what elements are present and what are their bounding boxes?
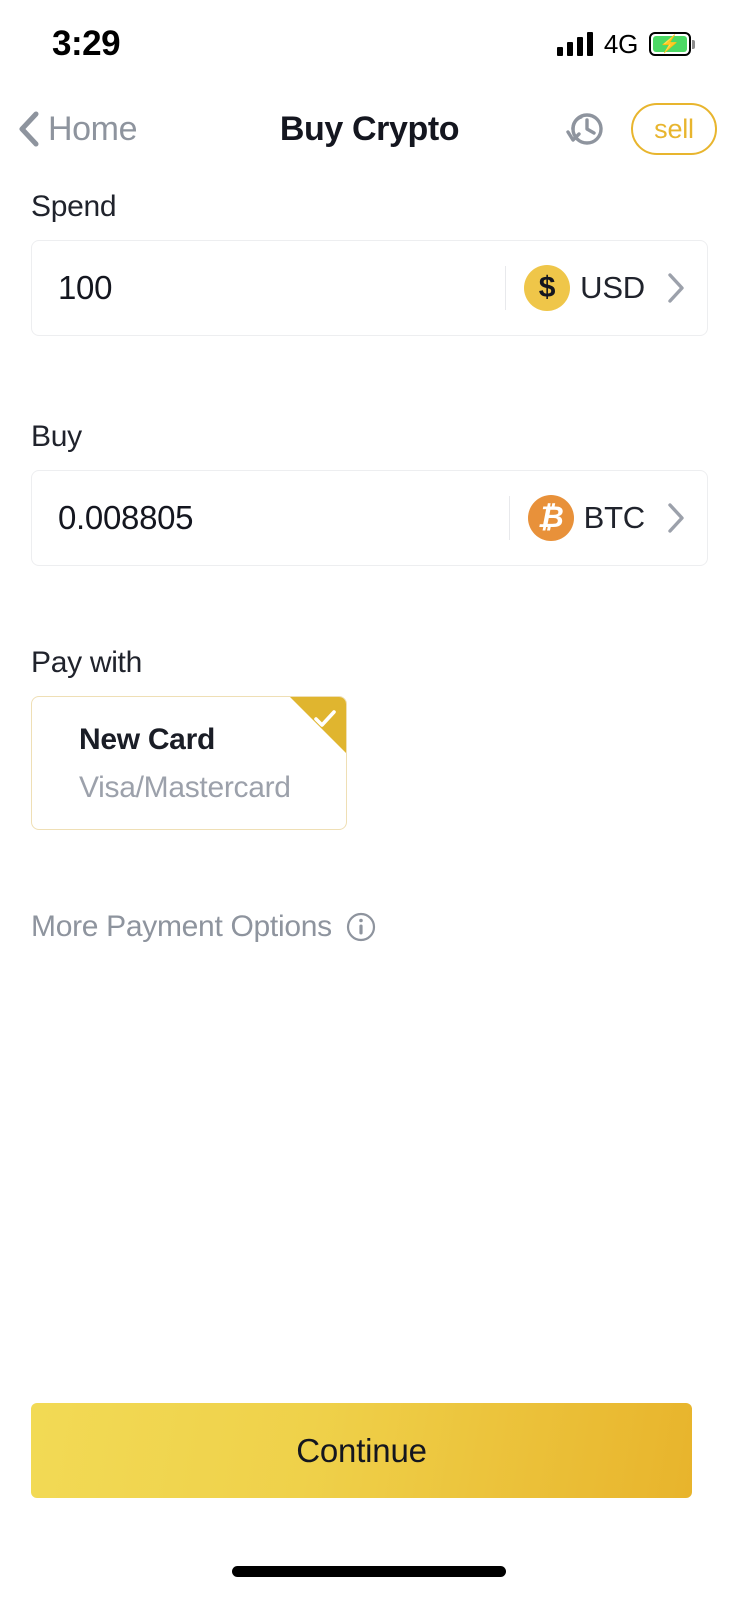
buy-crypto-screen: 3:29 4G ⚡ Home Buy Crypto sell Spend 100…	[0, 0, 739, 1600]
info-circle-icon	[346, 912, 375, 942]
signal-bars-icon	[556, 32, 593, 56]
battery-charging-icon: ⚡	[649, 32, 695, 56]
status-indicators: 4G ⚡	[556, 28, 695, 60]
payment-method-card[interactable]: New Card Visa/Mastercard	[31, 696, 347, 830]
bitcoin-coin-icon: ₿	[527, 495, 574, 541]
divider	[508, 496, 510, 540]
spend-asset-picker[interactable]: $ USD	[505, 265, 687, 311]
network-type-label: 4G	[603, 28, 638, 59]
chevron-right-icon	[668, 273, 684, 303]
more-payment-options-button[interactable]: More Payment Options	[31, 910, 376, 944]
spend-field-row[interactable]: $ USD	[31, 240, 708, 336]
status-bar: 3:29 4G ⚡	[0, 0, 739, 88]
more-payment-options-label: More Payment Options	[31, 910, 332, 943]
nav-bar: Home Buy Crypto sell	[0, 96, 739, 162]
pay-with-section: Pay with New Card Visa/Mastercard More P…	[0, 646, 739, 944]
selected-badge	[290, 697, 346, 753]
spend-label: Spend	[31, 190, 117, 223]
history-button[interactable]	[563, 107, 607, 151]
buy-asset-code: BTC	[583, 500, 646, 535]
home-indicator	[232, 1566, 506, 1577]
divider	[505, 266, 507, 310]
check-icon	[314, 710, 336, 727]
spend-asset-code: USD	[580, 270, 645, 305]
buy-label: Buy	[31, 420, 82, 453]
chevron-right-icon	[668, 503, 684, 533]
continue-button[interactable]: Continue	[31, 1403, 692, 1498]
sell-button[interactable]: sell	[631, 103, 717, 155]
form-content: Spend $ USD Buy ₿ BTC	[0, 190, 739, 944]
buy-asset-picker[interactable]: ₿ BTC	[508, 495, 687, 541]
buy-amount-input[interactable]	[58, 499, 438, 537]
pay-with-label: Pay with	[31, 646, 142, 679]
payment-method-subtitle: Visa/Mastercard	[79, 771, 291, 804]
buy-field-row[interactable]: ₿ BTC	[31, 470, 708, 566]
status-time: 3:29	[52, 24, 121, 63]
spend-amount-input[interactable]	[58, 269, 438, 307]
history-clock-icon	[566, 113, 603, 145]
usd-coin-icon: $	[524, 265, 571, 311]
nav-actions: sell	[563, 96, 717, 162]
